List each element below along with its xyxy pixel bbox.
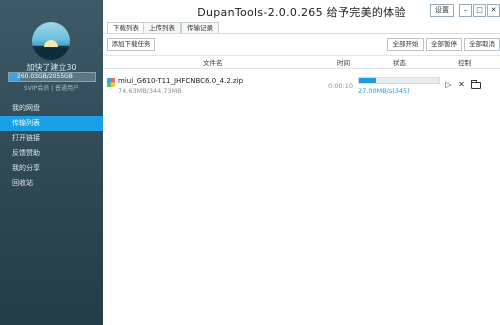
sidebar-item-my-disk[interactable]: 我的网盘	[0, 101, 103, 116]
close-icon[interactable]: ✕	[457, 80, 466, 89]
cancel-all-button[interactable]: 全部取消	[464, 38, 500, 51]
start-all-button[interactable]: 全部开始	[387, 38, 424, 51]
sidebar: 加快了建立30 260.03GB/2055GB SVIP会员 | 普通用户 我的…	[0, 0, 103, 325]
file-size: 74.63MB/344.73MB	[118, 87, 182, 95]
folder-icon[interactable]	[471, 80, 481, 89]
avatar-sea	[32, 48, 70, 60]
download-progress-fill	[359, 78, 377, 83]
column-header-name: 文件名	[203, 59, 223, 67]
sidebar-item-open-link[interactable]: 打开链接	[0, 131, 103, 146]
tab-download-list[interactable]: 下载列表	[107, 22, 145, 33]
minimize-icon[interactable]: –	[459, 4, 472, 17]
settings-button[interactable]: 设置	[430, 4, 454, 17]
avatar[interactable]	[32, 22, 70, 60]
sidebar-item-feedback[interactable]: 反馈赞助	[0, 146, 103, 161]
pause-all-button[interactable]: 全部暂停	[426, 38, 462, 51]
column-header-time: 时间	[337, 59, 350, 67]
table-header: 文件名 时间 状态 控制	[103, 55, 500, 69]
elapsed-time: 0:00:10	[328, 82, 354, 90]
tab-upload-list[interactable]: 上传列表	[143, 22, 181, 33]
zip-file-icon	[107, 78, 115, 87]
storage-quota-text: 260.03GB/2055GB	[17, 73, 73, 80]
table-row[interactable]: miui_G610-T11_JHFCNBC6.0_4.2.zip 74.63MB…	[103, 74, 500, 98]
sidebar-item-transfer-list[interactable]: 传输列表	[0, 116, 103, 131]
column-header-control: 控制	[458, 59, 471, 67]
file-name: miui_G610-T11_JHFCNBC6.0_4.2.zip	[118, 77, 244, 85]
storage-quota-bar: 260.03GB/2055GB	[8, 72, 96, 82]
tab-divider	[103, 33, 500, 34]
close-window-icon[interactable]: ✕	[487, 4, 500, 17]
maximize-icon[interactable]: □	[473, 4, 486, 17]
sidebar-item-my-shares[interactable]: 我的分享	[0, 161, 103, 176]
download-progress-bar	[358, 77, 440, 84]
sidebar-item-recycle-bin[interactable]: 回收站	[0, 176, 103, 191]
play-icon[interactable]: ▷	[444, 80, 453, 89]
add-download-task-button[interactable]: 添加下载任务	[107, 38, 155, 51]
tab-transfer-history[interactable]: 传输记录	[181, 22, 219, 33]
main-panel: DupanTools-2.0.0.265 给予完美的体验 设置 – □ ✕ 下载…	[103, 0, 500, 325]
sidebar-nav: 我的网盘 传输列表 打开链接 反馈赞助 我的分享 回收站	[0, 101, 103, 191]
membership-status: SVIP会员 | 普通用户	[23, 85, 80, 92]
title-bar[interactable]: DupanTools-2.0.0.265 给予完美的体验 设置 – □ ✕	[103, 0, 500, 20]
avatar-sun	[44, 40, 58, 47]
column-header-status: 状态	[393, 59, 406, 67]
download-speed: 27.00MB/s(345)	[358, 87, 410, 95]
